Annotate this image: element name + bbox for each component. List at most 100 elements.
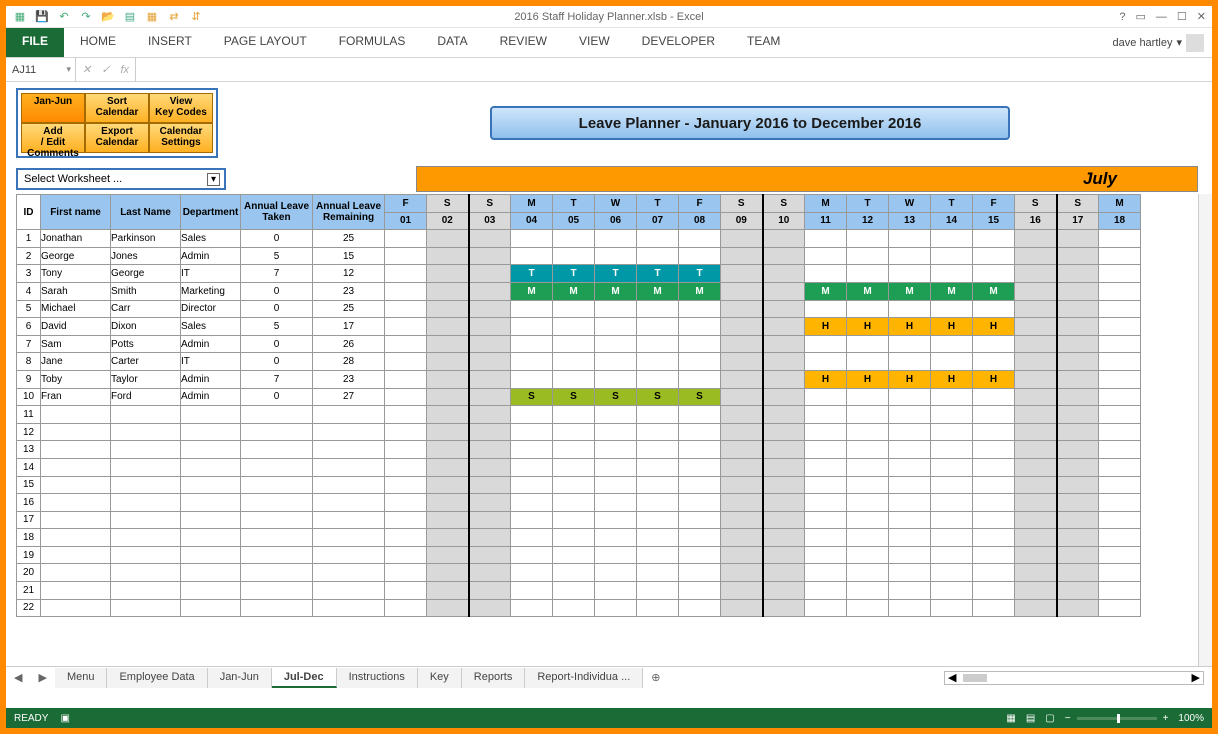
- day-cell[interactable]: [973, 564, 1015, 582]
- day-cell[interactable]: S: [595, 388, 637, 406]
- day-cell[interactable]: [721, 335, 763, 353]
- day-cell[interactable]: [385, 265, 427, 283]
- day-cell[interactable]: [763, 318, 805, 336]
- day-cell[interactable]: [595, 370, 637, 388]
- day-cell[interactable]: [469, 529, 511, 547]
- day-cell[interactable]: [637, 458, 679, 476]
- day-cell[interactable]: [595, 546, 637, 564]
- day-cell[interactable]: [511, 441, 553, 459]
- day-cell[interactable]: [637, 423, 679, 441]
- day-cell[interactable]: [847, 406, 889, 424]
- day-cell[interactable]: [721, 318, 763, 336]
- day-cell[interactable]: [553, 511, 595, 529]
- day-cell[interactable]: [1099, 406, 1141, 424]
- day-cell[interactable]: [805, 300, 847, 318]
- worksheet-select[interactable]: Select Worksheet ...: [16, 168, 226, 190]
- day-cell[interactable]: [511, 511, 553, 529]
- day-cell[interactable]: [931, 247, 973, 265]
- day-cell[interactable]: [385, 388, 427, 406]
- day-cell[interactable]: [889, 300, 931, 318]
- day-cell[interactable]: [637, 247, 679, 265]
- day-cell[interactable]: [427, 441, 469, 459]
- day-cell[interactable]: [805, 335, 847, 353]
- day-cell[interactable]: [469, 370, 511, 388]
- day-cell[interactable]: [847, 230, 889, 248]
- day-cell[interactable]: [805, 458, 847, 476]
- day-cell[interactable]: [385, 476, 427, 494]
- day-cell[interactable]: [1015, 529, 1057, 547]
- day-cell[interactable]: [721, 582, 763, 600]
- new-sheet-button[interactable]: ⊕: [643, 671, 668, 684]
- day-cell[interactable]: [427, 370, 469, 388]
- day-cell[interactable]: [931, 599, 973, 617]
- user-account[interactable]: dave hartley▾: [1113, 28, 1212, 57]
- day-cell[interactable]: [931, 300, 973, 318]
- day-cell[interactable]: [553, 564, 595, 582]
- day-cell[interactable]: [973, 335, 1015, 353]
- day-cell[interactable]: [679, 441, 721, 459]
- day-cell[interactable]: [847, 511, 889, 529]
- day-cell[interactable]: [847, 529, 889, 547]
- day-cell[interactable]: [847, 265, 889, 283]
- day-cell[interactable]: [385, 335, 427, 353]
- day-cell[interactable]: [931, 546, 973, 564]
- day-cell[interactable]: [511, 423, 553, 441]
- day-cell[interactable]: [679, 582, 721, 600]
- day-cell[interactable]: [1015, 546, 1057, 564]
- ribbon-tab-team[interactable]: TEAM: [731, 28, 796, 57]
- day-cell[interactable]: [511, 476, 553, 494]
- day-cell[interactable]: [595, 599, 637, 617]
- day-cell[interactable]: [721, 423, 763, 441]
- day-cell[interactable]: [1015, 388, 1057, 406]
- day-cell[interactable]: M: [595, 282, 637, 300]
- view-normal-icon[interactable]: ▦: [1006, 713, 1015, 724]
- day-cell[interactable]: [889, 494, 931, 512]
- day-cell[interactable]: [511, 247, 553, 265]
- day-cell[interactable]: [889, 388, 931, 406]
- day-cell[interactable]: [511, 599, 553, 617]
- day-cell[interactable]: [1099, 511, 1141, 529]
- day-cell[interactable]: [721, 265, 763, 283]
- day-cell[interactable]: S: [511, 388, 553, 406]
- panel-button-calendar-settings[interactable]: CalendarSettings: [149, 123, 213, 153]
- day-cell[interactable]: [595, 247, 637, 265]
- day-cell[interactable]: [637, 546, 679, 564]
- day-cell[interactable]: [805, 529, 847, 547]
- day-cell[interactable]: [679, 546, 721, 564]
- day-cell[interactable]: [1099, 230, 1141, 248]
- day-cell[interactable]: [553, 247, 595, 265]
- day-cell[interactable]: [889, 335, 931, 353]
- panel-button-export-calendar[interactable]: ExportCalendar: [85, 123, 149, 153]
- day-cell[interactable]: [511, 458, 553, 476]
- day-cell[interactable]: [679, 476, 721, 494]
- day-cell[interactable]: [1057, 599, 1099, 617]
- day-cell[interactable]: [385, 458, 427, 476]
- day-cell[interactable]: [469, 582, 511, 600]
- day-cell[interactable]: M: [931, 282, 973, 300]
- day-cell[interactable]: [805, 511, 847, 529]
- day-cell[interactable]: [973, 441, 1015, 459]
- day-cell[interactable]: [1057, 582, 1099, 600]
- day-cell[interactable]: [595, 300, 637, 318]
- day-cell[interactable]: [1099, 282, 1141, 300]
- day-cell[interactable]: [1057, 494, 1099, 512]
- day-cell[interactable]: [385, 582, 427, 600]
- day-cell[interactable]: [805, 388, 847, 406]
- day-cell[interactable]: [763, 441, 805, 459]
- day-cell[interactable]: [1057, 458, 1099, 476]
- day-cell[interactable]: [763, 406, 805, 424]
- day-cell[interactable]: [847, 423, 889, 441]
- day-cell[interactable]: [721, 511, 763, 529]
- day-cell[interactable]: [679, 318, 721, 336]
- day-cell[interactable]: H: [931, 318, 973, 336]
- day-cell[interactable]: [553, 546, 595, 564]
- day-cell[interactable]: [1057, 546, 1099, 564]
- day-cell[interactable]: M: [889, 282, 931, 300]
- day-cell[interactable]: [385, 318, 427, 336]
- day-cell[interactable]: [595, 476, 637, 494]
- day-cell[interactable]: [847, 300, 889, 318]
- day-cell[interactable]: [679, 423, 721, 441]
- ribbon-tab-view[interactable]: VIEW: [563, 28, 626, 57]
- day-cell[interactable]: [679, 406, 721, 424]
- day-cell[interactable]: [385, 546, 427, 564]
